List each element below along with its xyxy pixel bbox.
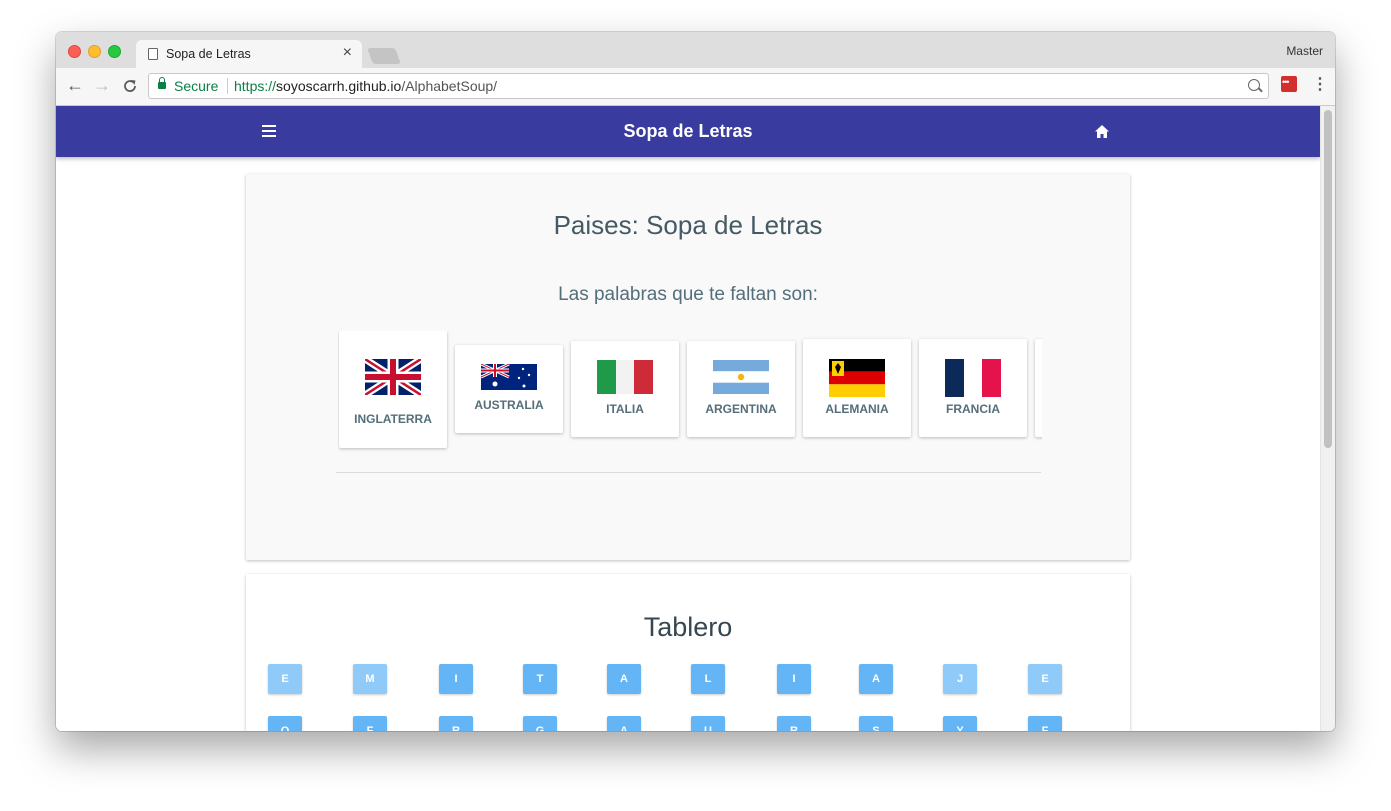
document-icon bbox=[148, 48, 158, 60]
browser-toolbar: ← → Secure https://soyoscarrh.github.io/… bbox=[56, 68, 1335, 106]
country-chip-francia[interactable]: FRANCIA bbox=[919, 339, 1027, 437]
url-host: soyoscarrh.github.io bbox=[276, 78, 402, 94]
browser-menu-icon[interactable]: ⋮ bbox=[1312, 74, 1328, 94]
uk-flag-icon bbox=[365, 359, 421, 395]
country-label: ITALIA bbox=[606, 402, 644, 416]
letter-cell[interactable]: G bbox=[523, 716, 557, 731]
url-scheme: https:// bbox=[234, 78, 277, 94]
tab-title: Sopa de Letras bbox=[166, 47, 251, 61]
country-chip-australia[interactable]: AUSTRALIA bbox=[455, 345, 563, 433]
address-separator bbox=[227, 78, 228, 94]
board-card: Tablero E M I T A L I A J E O F R G A U R S Y F bbox=[246, 574, 1130, 731]
reload-icon[interactable] bbox=[122, 78, 138, 94]
words-card-title: Paises: Sopa de Letras bbox=[553, 210, 823, 240]
letter-cell[interactable]: I bbox=[439, 664, 473, 694]
profile-name[interactable]: Master bbox=[1286, 44, 1323, 58]
letter-cell[interactable]: T bbox=[523, 664, 557, 694]
australia-flag-icon bbox=[481, 364, 537, 390]
words-card: Paises: Sopa de Letras Las palabras que … bbox=[246, 174, 1130, 560]
lastpass-extension-icon[interactable] bbox=[1281, 76, 1297, 92]
country-label: AUSTRALIA bbox=[474, 398, 544, 412]
letter-cell[interactable]: M bbox=[353, 664, 387, 694]
lock-icon bbox=[158, 77, 166, 89]
letter-cell[interactable]: R bbox=[439, 716, 473, 731]
country-list: INGLATERRA AUSTRALIA ITALIA ARGENTINA AL… bbox=[338, 331, 1042, 456]
close-window-button[interactable] bbox=[68, 45, 81, 58]
home-icon[interactable] bbox=[1095, 125, 1109, 138]
maximize-window-button[interactable] bbox=[108, 45, 121, 58]
letter-cell[interactable]: O bbox=[268, 716, 302, 731]
country-label: FRANCIA bbox=[946, 402, 1000, 416]
words-divider bbox=[336, 472, 1041, 473]
country-label: ALEMANIA bbox=[825, 402, 889, 416]
country-chip-inglaterra[interactable]: INGLATERRA bbox=[339, 331, 447, 448]
letter-cell[interactable]: E bbox=[1028, 664, 1062, 694]
country-label: INGLATERRA bbox=[354, 412, 432, 426]
country-chip-partial[interactable] bbox=[1035, 339, 1042, 437]
url-text[interactable]: https://soyoscarrh.github.io/AlphabetSou… bbox=[234, 78, 497, 94]
italy-flag-icon bbox=[597, 360, 653, 394]
title-bar: Sopa de Letras × Master bbox=[56, 32, 1335, 68]
letter-cell[interactable]: A bbox=[607, 664, 641, 694]
country-label: ARGENTINA bbox=[705, 402, 777, 416]
app-title: Sopa de Letras bbox=[623, 121, 753, 141]
letter-cell[interactable]: A bbox=[859, 664, 893, 694]
address-bar[interactable]: Secure https://soyoscarrh.github.io/Alph… bbox=[148, 73, 1269, 99]
words-card-subtitle: Las palabras que te faltan son: bbox=[558, 284, 818, 305]
letter-cell[interactable]: L bbox=[691, 664, 725, 694]
board-title: Tablero bbox=[643, 612, 733, 642]
minimize-window-button[interactable] bbox=[88, 45, 101, 58]
letter-cell[interactable]: U bbox=[691, 716, 725, 731]
germany-flag-icon bbox=[829, 359, 885, 397]
argentina-flag-icon bbox=[713, 360, 769, 394]
letter-cell[interactable]: I bbox=[777, 664, 811, 694]
zoom-icon[interactable] bbox=[1248, 79, 1260, 91]
new-tab-button[interactable] bbox=[367, 48, 401, 64]
letter-cell[interactable]: Y bbox=[943, 716, 977, 731]
letter-cell[interactable]: R bbox=[777, 716, 811, 731]
secure-label: Secure bbox=[174, 78, 219, 94]
letter-cell[interactable]: E bbox=[268, 664, 302, 694]
tab-close-icon[interactable]: × bbox=[343, 44, 352, 62]
browser-tab[interactable]: Sopa de Letras × bbox=[136, 40, 362, 68]
country-chip-alemania[interactable]: ALEMANIA bbox=[803, 339, 911, 437]
country-chip-italia[interactable]: ITALIA bbox=[571, 341, 679, 437]
france-flag-icon bbox=[945, 359, 1001, 397]
letter-cell[interactable]: S bbox=[859, 716, 893, 731]
scrollbar-thumb[interactable] bbox=[1324, 110, 1332, 448]
scrollbar[interactable] bbox=[1320, 106, 1335, 731]
browser-window: Sopa de Letras × Master ← → Secure https… bbox=[56, 32, 1335, 731]
forward-icon[interactable]: → bbox=[93, 75, 111, 95]
letter-cell[interactable]: A bbox=[607, 716, 641, 731]
back-icon[interactable]: ← bbox=[66, 75, 84, 95]
country-chip-argentina[interactable]: ARGENTINA bbox=[687, 341, 795, 437]
page-viewport: Sopa de Letras Paises: Sopa de Letras La… bbox=[56, 106, 1320, 731]
url-path: /AlphabetSoup/ bbox=[401, 78, 498, 94]
letter-cell[interactable]: F bbox=[1028, 716, 1062, 731]
letter-cell[interactable]: F bbox=[353, 716, 387, 731]
app-header: Sopa de Letras bbox=[56, 106, 1320, 157]
letter-cell[interactable]: J bbox=[943, 664, 977, 694]
